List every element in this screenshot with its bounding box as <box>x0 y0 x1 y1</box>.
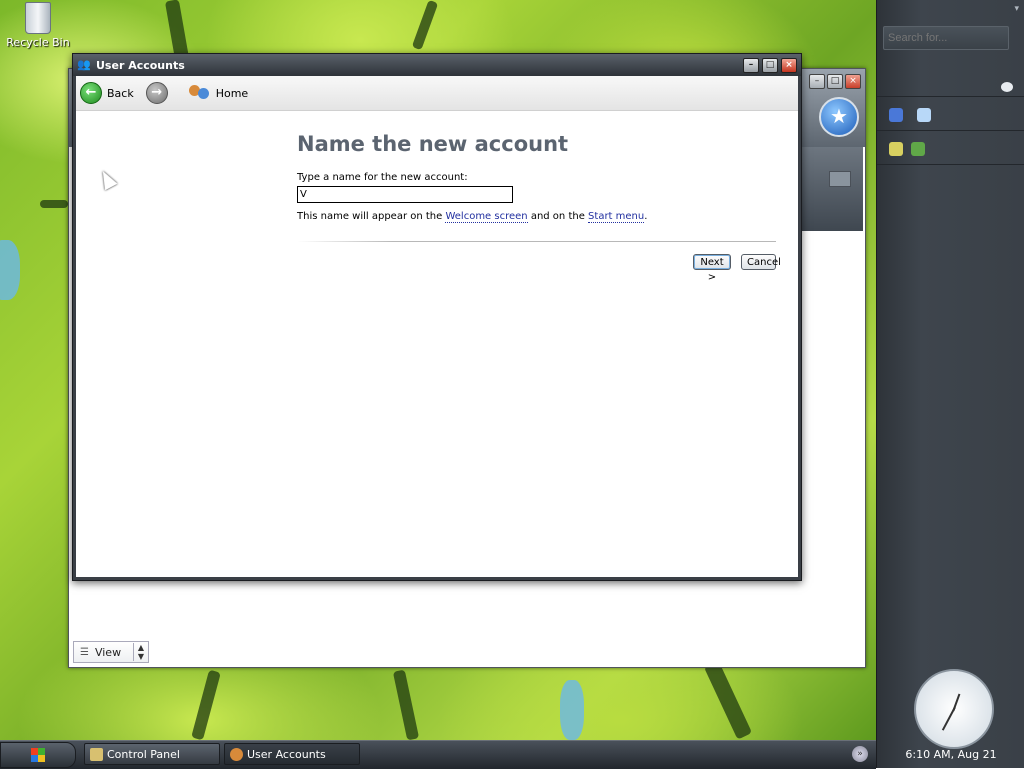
sidebar-divider <box>877 164 1024 165</box>
task-label: User Accounts <box>247 748 326 761</box>
next-button[interactable]: Next > <box>693 254 731 283</box>
window-body: ← Back → Home Name the new account Type … <box>76 76 798 577</box>
home-label: Home <box>215 86 249 100</box>
note-text: This name will appear on the <box>297 211 446 222</box>
control-panel-side-panel <box>799 147 863 231</box>
clock-text: 6:10 AM, Aug 21 <box>905 748 997 761</box>
account-name-label: Type a name for the new account: <box>297 172 468 183</box>
user-accounts-window: 👥 User Accounts – □ × ← Back → Home Name… <box>72 53 802 581</box>
name-note: This name will appear on the Welcome scr… <box>297 211 777 223</box>
note-text: . <box>644 211 648 222</box>
search-input[interactable] <box>883 26 1009 50</box>
note-text: and on the <box>527 211 589 222</box>
view-icon: ☰ <box>80 646 89 658</box>
taskbar-item-control-panel[interactable]: Control Panel <box>84 743 220 765</box>
back-arrow-icon: ← <box>80 82 102 104</box>
page-title: Name the new account <box>297 132 569 156</box>
taskbar: Control Panel User Accounts » <box>0 740 876 769</box>
welcome-screen-link[interactable]: Welcome screen <box>445 211 528 223</box>
recycle-bin-desktop-icon[interactable]: Recycle Bin <box>6 2 70 49</box>
maximize-button[interactable]: □ <box>827 74 843 89</box>
start-button[interactable] <box>0 742 76 768</box>
forward-arrow-icon: → <box>145 82 168 104</box>
home-users-icon <box>188 84 211 102</box>
navigation-toolbar: ← Back → Home <box>76 76 798 111</box>
sidebar-menu-icon[interactable]: ▾ <box>1014 4 1019 14</box>
leaf-vein <box>191 669 221 740</box>
account-name-input[interactable] <box>297 186 513 203</box>
tray-expand-icon[interactable]: » <box>852 746 868 762</box>
sidebar: ▾ 6:10 AM, Aug 21 <box>876 0 1024 768</box>
forward-button[interactable]: → <box>145 82 173 104</box>
users-icon: 👥 <box>77 58 91 71</box>
cube-icon[interactable] <box>917 108 931 122</box>
tool-icon[interactable] <box>889 142 903 156</box>
title-bar[interactable]: 👥 User Accounts – □ × <box>73 54 801 76</box>
leaf-vein <box>392 669 420 740</box>
minimize-button[interactable]: – <box>743 57 759 73</box>
desktop: Recycle Bin – □ × ★ ☰ View ▲ ▼ 👥 User Acc… <box>0 0 876 740</box>
divider <box>297 241 776 242</box>
control-panel-icon <box>90 748 103 761</box>
close-button[interactable]: × <box>845 74 861 89</box>
leaf-vein <box>411 0 439 51</box>
view-spinner-icon[interactable]: ▲ ▼ <box>133 643 148 661</box>
start-menu-link[interactable]: Start menu <box>588 211 645 223</box>
back-button[interactable]: ← Back <box>80 82 134 104</box>
task-label: Control Panel <box>107 748 180 761</box>
star-icon[interactable]: ★ <box>819 97 859 137</box>
sky-patch <box>0 240 20 300</box>
messenger-icon[interactable] <box>889 108 903 122</box>
info-icon[interactable] <box>829 171 851 187</box>
view-button[interactable]: ☰ View ▲ ▼ <box>73 641 149 663</box>
chat-bubble-icon[interactable] <box>1001 82 1013 92</box>
minimize-button[interactable]: – <box>809 74 825 89</box>
home-button[interactable]: Home <box>188 84 249 102</box>
user-accounts-icon <box>230 748 243 761</box>
sidebar-divider <box>877 96 1024 97</box>
windows-logo-icon <box>31 748 45 762</box>
recycle-bin-icon <box>25 2 51 34</box>
recycle-bin-label: Recycle Bin <box>6 36 70 49</box>
sidebar-divider <box>877 130 1024 131</box>
leaf-vein <box>40 200 68 208</box>
leaf-vein <box>703 660 753 740</box>
leaf-vein <box>164 0 190 61</box>
cancel-button[interactable]: Cancel <box>741 254 781 270</box>
window-controls: – □ × <box>743 57 797 73</box>
utility-icon[interactable] <box>911 142 925 156</box>
control-panel-window-controls: – □ × <box>809 74 861 89</box>
analog-clock <box>914 669 994 749</box>
taskbar-item-user-accounts[interactable]: User Accounts <box>224 743 360 765</box>
view-label: View <box>94 645 122 659</box>
minute-hand <box>941 706 956 731</box>
close-button[interactable]: × <box>781 57 797 73</box>
sky-patch <box>560 680 584 740</box>
back-label: Back <box>107 86 134 100</box>
wizard-buttons: Next > Cancel <box>297 254 781 283</box>
wizard-content: Name the new account Type a name for the… <box>297 132 781 283</box>
maximize-button[interactable]: □ <box>762 57 778 73</box>
window-title: User Accounts <box>96 58 185 72</box>
